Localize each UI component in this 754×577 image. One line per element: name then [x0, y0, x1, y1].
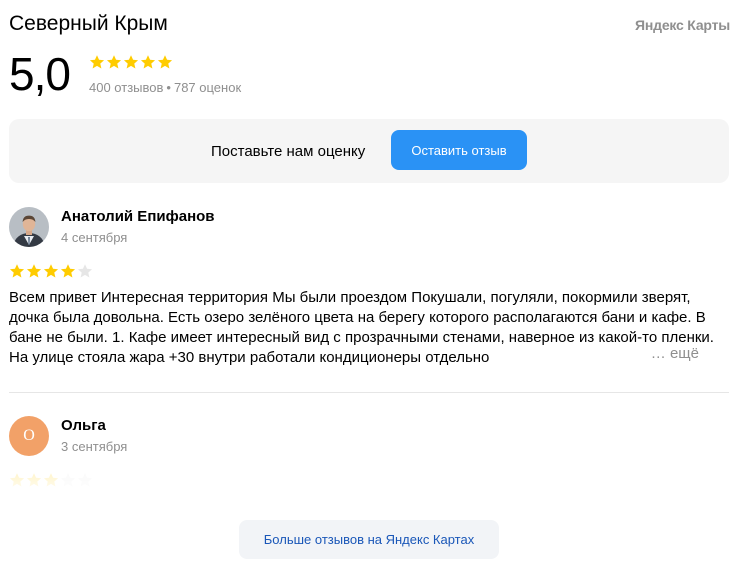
review-date: 4 сентября — [61, 230, 128, 245]
organization-title[interactable]: Северный Крым — [9, 12, 168, 36]
meta-separator: • — [166, 80, 171, 95]
rating-value: 5,0 — [9, 48, 71, 100]
avatar[interactable]: О — [9, 416, 49, 456]
review-divider — [9, 392, 729, 393]
more-reviews-button[interactable]: Больше отзывов на Яндекс Картах — [239, 520, 499, 559]
star-icon — [43, 264, 59, 278]
star-icon — [106, 55, 122, 69]
reviews-fade-overlay — [0, 466, 754, 526]
review-date: 3 сентября — [61, 439, 128, 454]
star-icon — [123, 55, 139, 69]
read-more-link[interactable]: … ещё — [651, 345, 699, 362]
review-stars — [9, 263, 93, 279]
user-photo-icon — [9, 207, 49, 247]
widget-header: Северный Крым Яндекс Карты — [9, 10, 730, 40]
star-icon — [60, 264, 76, 278]
yandex-maps-brand[interactable]: Яндекс Карты — [635, 17, 730, 33]
review-author[interactable]: Ольга — [61, 417, 106, 434]
star-icon — [140, 55, 156, 69]
review-text-body: Всем привет Интересная территория Мы был… — [9, 289, 714, 366]
rate-us-panel: Поставьте нам оценку Оставить отзыв — [9, 119, 729, 183]
rating-stars — [89, 54, 173, 70]
rate-us-text: Поставьте нам оценку — [211, 143, 366, 160]
rating-meta: 400 отзывов • 787 оценок — [89, 80, 241, 95]
avatar-letter: О — [23, 427, 35, 444]
review-text: Всем привет Интересная территория Мы был… — [9, 288, 725, 372]
ratings-count: 787 оценок — [173, 80, 242, 95]
avatar[interactable] — [9, 207, 49, 247]
leave-review-button[interactable]: Оставить отзыв — [391, 130, 527, 170]
read-more-wrapper: … ещё — [628, 344, 699, 364]
star-icon — [89, 55, 105, 69]
reviews-count: 400 отзывов — [89, 80, 164, 95]
star-icon — [9, 264, 25, 278]
star-icon — [157, 55, 173, 69]
star-icon — [77, 264, 93, 278]
review-author[interactable]: Анатолий Епифанов — [61, 208, 215, 225]
star-icon — [26, 264, 42, 278]
